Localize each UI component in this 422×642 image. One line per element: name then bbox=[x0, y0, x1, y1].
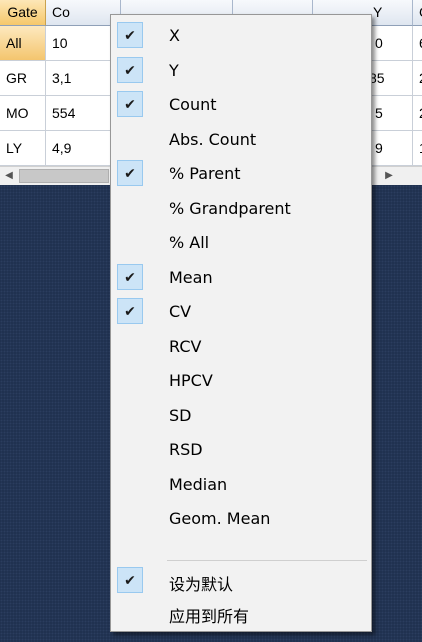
menu-item-hpcv[interactable]: HPCV bbox=[111, 363, 371, 397]
checkmark-icon: ✔ bbox=[117, 91, 143, 117]
menu-item-item-1[interactable]: 应用到所有 bbox=[111, 595, 371, 629]
checkmark-icon: ✔ bbox=[117, 56, 143, 83]
menu-item-x[interactable]: ✔ X bbox=[111, 18, 371, 52]
menu-item-label: SD bbox=[169, 405, 192, 425]
gate-cell[interactable]: GR bbox=[0, 61, 46, 96]
menu-item-parent[interactable]: ✔ % Parent bbox=[111, 156, 371, 190]
menu-item-cv[interactable]: ✔ CV bbox=[111, 294, 371, 328]
extra-cell[interactable]: 19 bbox=[413, 131, 422, 166]
menu-item-label: X bbox=[169, 26, 180, 45]
menu-item-sd[interactable]: SD bbox=[111, 398, 371, 432]
menu-item-abs-count[interactable]: Abs. Count bbox=[111, 122, 371, 156]
menu-item-label: Y bbox=[169, 60, 179, 80]
menu-item-mean[interactable]: ✔ Mean bbox=[111, 260, 371, 294]
gate-cell[interactable]: MO bbox=[0, 96, 46, 131]
scroll-left-icon[interactable]: ◀ bbox=[0, 167, 18, 185]
menu-item-label: % Parent bbox=[169, 164, 241, 183]
menu-item-count[interactable]: ✔ Count bbox=[111, 87, 371, 121]
menu-item-label: 应用到所有 bbox=[169, 607, 250, 626]
extra-cell[interactable]: 62 bbox=[413, 26, 422, 61]
extra-cell[interactable]: 22 bbox=[413, 96, 422, 131]
menu-item-all[interactable]: % All bbox=[111, 225, 371, 259]
gate-cell[interactable]: LY bbox=[0, 131, 46, 166]
menu-item-grandparent[interactable]: % Grandparent bbox=[111, 191, 371, 225]
menu-item-label: % Grandparent bbox=[169, 198, 291, 218]
menu-item-label: % All bbox=[169, 233, 210, 252]
checkmark-icon: ✔ bbox=[117, 298, 143, 324]
menu-item-label: RCV bbox=[169, 336, 202, 356]
menu-item-label: Mean bbox=[169, 267, 213, 287]
extra-cell[interactable]: 29 bbox=[413, 61, 422, 96]
checkmark-icon: ✔ bbox=[117, 160, 143, 186]
menu-item-y[interactable]: ✔ Y bbox=[111, 53, 371, 87]
scroll-right-icon[interactable]: ▶ bbox=[380, 167, 398, 185]
checkmark-icon: ✔ bbox=[117, 22, 143, 48]
menu-item-label: CV bbox=[169, 302, 192, 321]
menu-item-item-0[interactable]: ✔ 设为默认 bbox=[111, 563, 371, 597]
menu-item-label: Geom. Mean bbox=[169, 509, 271, 528]
gate-cell[interactable]: All bbox=[0, 26, 46, 61]
menu-item-rsd[interactable]: RSD bbox=[111, 432, 371, 466]
menu-separator bbox=[167, 560, 367, 561]
column-context-menu: ✔ X ✔ Y ✔ Count Abs. Count ✔% Parent% Grandpare… bbox=[110, 14, 372, 632]
checkmark-icon: ✔ bbox=[117, 263, 143, 290]
checkmark-icon: ✔ bbox=[117, 567, 143, 593]
menu-item-geom-mean[interactable]: Geom. Mean bbox=[111, 501, 371, 535]
menu-item-label: 设为默认 bbox=[169, 575, 234, 594]
menu-item-label: HPCV bbox=[169, 371, 213, 390]
menu-item-median[interactable]: Median bbox=[111, 467, 371, 501]
column-header-6[interactable]: C bbox=[413, 0, 422, 26]
scrollbar-thumb[interactable] bbox=[19, 169, 109, 183]
menu-item-rcv[interactable]: RCV bbox=[111, 329, 371, 363]
menu-item-label: Median bbox=[169, 474, 228, 494]
menu-item-label: Count bbox=[169, 95, 217, 114]
menu-item-label: RSD bbox=[169, 440, 203, 459]
menu-item-label: Abs. Count bbox=[169, 129, 257, 149]
column-header-gate[interactable]: Gate bbox=[0, 0, 46, 26]
